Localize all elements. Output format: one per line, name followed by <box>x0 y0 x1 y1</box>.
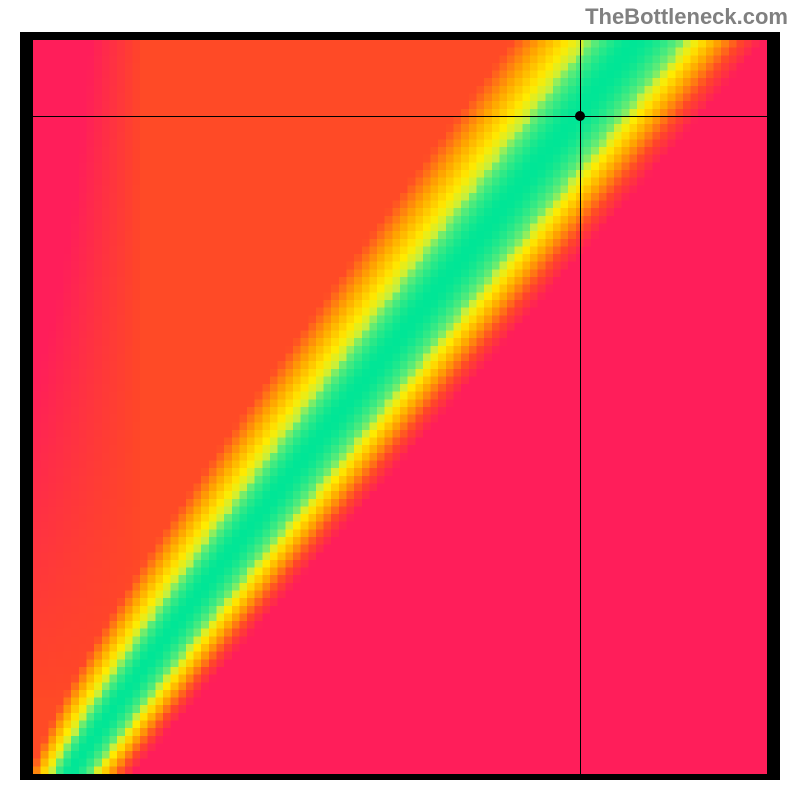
marker-point-icon <box>575 111 585 121</box>
heatmap-canvas <box>33 40 767 774</box>
chart-frame: TheBottleneck.com <box>0 0 800 800</box>
crosshair-horizontal <box>33 116 767 117</box>
watermark-text: TheBottleneck.com <box>585 4 788 30</box>
plot-area <box>33 40 767 774</box>
crosshair-vertical <box>580 40 581 774</box>
